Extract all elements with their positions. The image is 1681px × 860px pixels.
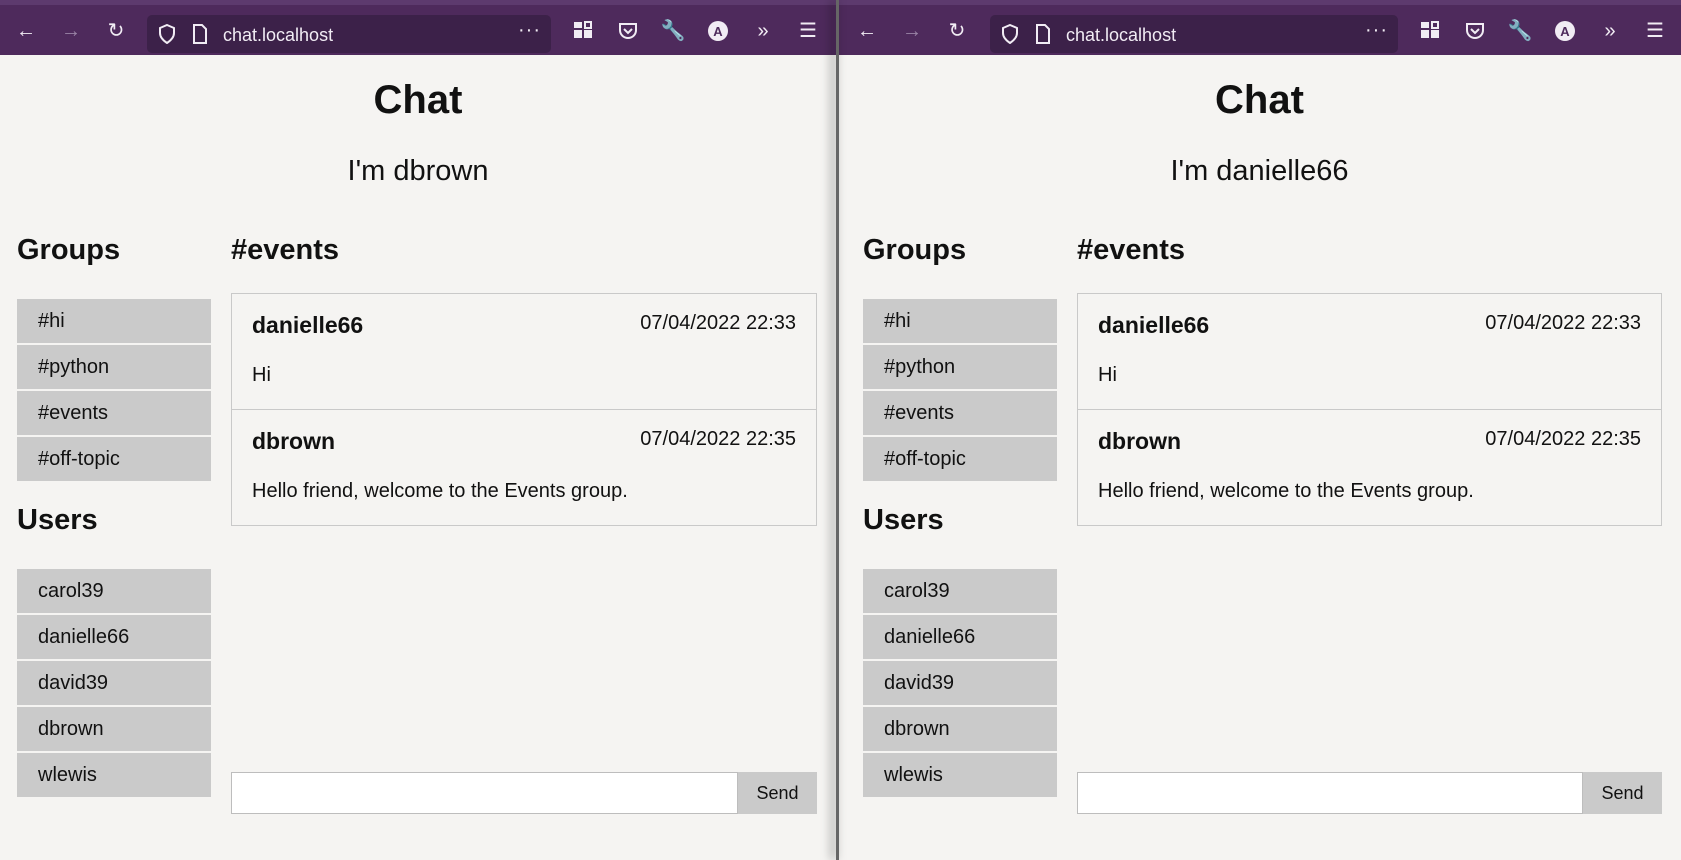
extensions-grid-icon[interactable]: [567, 15, 599, 47]
message-author: danielle66: [1098, 312, 1210, 338]
message-item: danielle66 07/04/2022 22:33 Hi: [1077, 293, 1662, 410]
message-item: dbrown 07/04/2022 22:35 Hello friend, we…: [231, 409, 817, 526]
window-divider: [836, 0, 839, 860]
group-item-hi[interactable]: #hi: [863, 299, 1057, 343]
user-item-wlewis[interactable]: wlewis: [863, 753, 1057, 797]
user-item-david39[interactable]: david39: [17, 661, 211, 705]
groups-heading: Groups: [863, 234, 967, 266]
group-item-python[interactable]: #python: [17, 345, 211, 389]
message-author: dbrown: [252, 428, 336, 454]
extensions-grid-icon[interactable]: [1414, 15, 1446, 47]
message-timestamp: 07/04/2022 22:35: [1485, 428, 1641, 450]
hamburger-menu-icon[interactable]: ☰: [792, 15, 824, 47]
compose-bar: Send: [231, 772, 817, 814]
forward-arrow-icon[interactable]: →: [896, 15, 928, 47]
users-list: carol39 danielle66 david39 dbrown wlewis: [863, 569, 1057, 799]
page-icon: [1033, 24, 1053, 44]
avatar: A: [1555, 21, 1575, 41]
groups-list: #hi #python #events #off-topic: [17, 299, 211, 483]
user-item-dbrown[interactable]: dbrown: [17, 707, 211, 751]
page-title: Chat: [373, 78, 463, 122]
message-timestamp: 07/04/2022 22:33: [640, 312, 796, 334]
url-text: chat.localhost: [1066, 25, 1177, 45]
page-title: Chat: [1215, 78, 1304, 122]
current-user-label: I'm dbrown: [347, 155, 489, 187]
message-timestamp: 07/04/2022 22:35: [640, 428, 796, 450]
current-user-label: I'm danielle66: [1170, 155, 1349, 187]
group-item-hi[interactable]: #hi: [17, 299, 211, 343]
pocket-icon[interactable]: [1459, 15, 1491, 47]
users-heading: Users: [863, 504, 944, 536]
url-bar[interactable]: chat.localhost ···: [990, 15, 1398, 53]
message-item: danielle66 07/04/2022 22:33 Hi: [231, 293, 817, 410]
send-button[interactable]: Send: [738, 772, 817, 814]
groups-list: #hi #python #events #off-topic: [863, 299, 1057, 483]
group-item-off-topic[interactable]: #off-topic: [17, 437, 211, 481]
avatar: A: [708, 21, 728, 41]
browser-toolbar: ← → ↻ chat.localhost ··· 🔧 A » ☰: [0, 0, 838, 55]
shield-icon[interactable]: [1000, 24, 1020, 44]
browser-toolbar: ← → ↻ chat.localhost ··· 🔧 A » ☰: [838, 0, 1681, 55]
shield-icon[interactable]: [157, 24, 177, 44]
channel-heading: #events: [231, 234, 340, 266]
user-item-danielle66[interactable]: danielle66: [17, 615, 211, 659]
message-list: danielle66 07/04/2022 22:33 Hi dbrown 07…: [1077, 293, 1662, 526]
page-icon: [190, 24, 210, 44]
group-item-python[interactable]: #python: [863, 345, 1057, 389]
overflow-chevrons-icon[interactable]: »: [1594, 15, 1626, 47]
message-author: dbrown: [1098, 428, 1182, 454]
back-arrow-icon[interactable]: ←: [10, 15, 42, 47]
message-input[interactable]: [231, 772, 738, 814]
overflow-chevrons-icon[interactable]: »: [747, 15, 779, 47]
wrench-icon[interactable]: 🔧: [657, 15, 689, 47]
wrench-icon[interactable]: 🔧: [1504, 15, 1536, 47]
more-dots-icon[interactable]: ···: [518, 19, 541, 42]
user-item-carol39[interactable]: carol39: [17, 569, 211, 613]
users-heading: Users: [17, 504, 98, 536]
account-avatar-icon[interactable]: A: [1549, 15, 1581, 47]
user-item-danielle66[interactable]: danielle66: [863, 615, 1057, 659]
message-text: Hi: [252, 364, 271, 386]
compose-bar: Send: [1077, 772, 1662, 814]
more-dots-icon[interactable]: ···: [1365, 19, 1388, 42]
account-avatar-icon[interactable]: A: [702, 15, 734, 47]
reload-icon[interactable]: ↻: [941, 15, 973, 47]
users-list: carol39 danielle66 david39 dbrown wlewis: [17, 569, 211, 799]
user-item-dbrown[interactable]: dbrown: [863, 707, 1057, 751]
message-text: Hello friend, welcome to the Events grou…: [1098, 480, 1474, 502]
message-author: danielle66: [252, 312, 364, 338]
browser-window-left: ← → ↻ chat.localhost ··· 🔧 A » ☰ Chat I'…: [0, 0, 838, 860]
user-item-david39[interactable]: david39: [863, 661, 1057, 705]
message-text: Hello friend, welcome to the Events grou…: [252, 480, 628, 502]
user-item-wlewis[interactable]: wlewis: [17, 753, 211, 797]
url-bar[interactable]: chat.localhost ···: [147, 15, 551, 53]
back-arrow-icon[interactable]: ←: [851, 15, 883, 47]
message-timestamp: 07/04/2022 22:33: [1485, 312, 1641, 334]
forward-arrow-icon[interactable]: →: [55, 15, 87, 47]
channel-heading: #events: [1077, 234, 1186, 266]
reload-icon[interactable]: ↻: [100, 15, 132, 47]
message-list: danielle66 07/04/2022 22:33 Hi dbrown 07…: [231, 293, 817, 526]
pocket-icon[interactable]: [612, 15, 644, 47]
group-item-off-topic[interactable]: #off-topic: [863, 437, 1057, 481]
group-item-events[interactable]: #events: [863, 391, 1057, 435]
groups-heading: Groups: [17, 234, 121, 266]
user-item-carol39[interactable]: carol39: [863, 569, 1057, 613]
message-text: Hi: [1098, 364, 1117, 386]
hamburger-menu-icon[interactable]: ☰: [1639, 15, 1671, 47]
group-item-events[interactable]: #events: [17, 391, 211, 435]
browser-window-right: ← → ↻ chat.localhost ··· 🔧 A » ☰ Chat I'…: [838, 0, 1681, 860]
message-item: dbrown 07/04/2022 22:35 Hello friend, we…: [1077, 409, 1662, 526]
message-input[interactable]: [1077, 772, 1583, 814]
url-text: chat.localhost: [223, 25, 334, 45]
send-button[interactable]: Send: [1583, 772, 1662, 814]
